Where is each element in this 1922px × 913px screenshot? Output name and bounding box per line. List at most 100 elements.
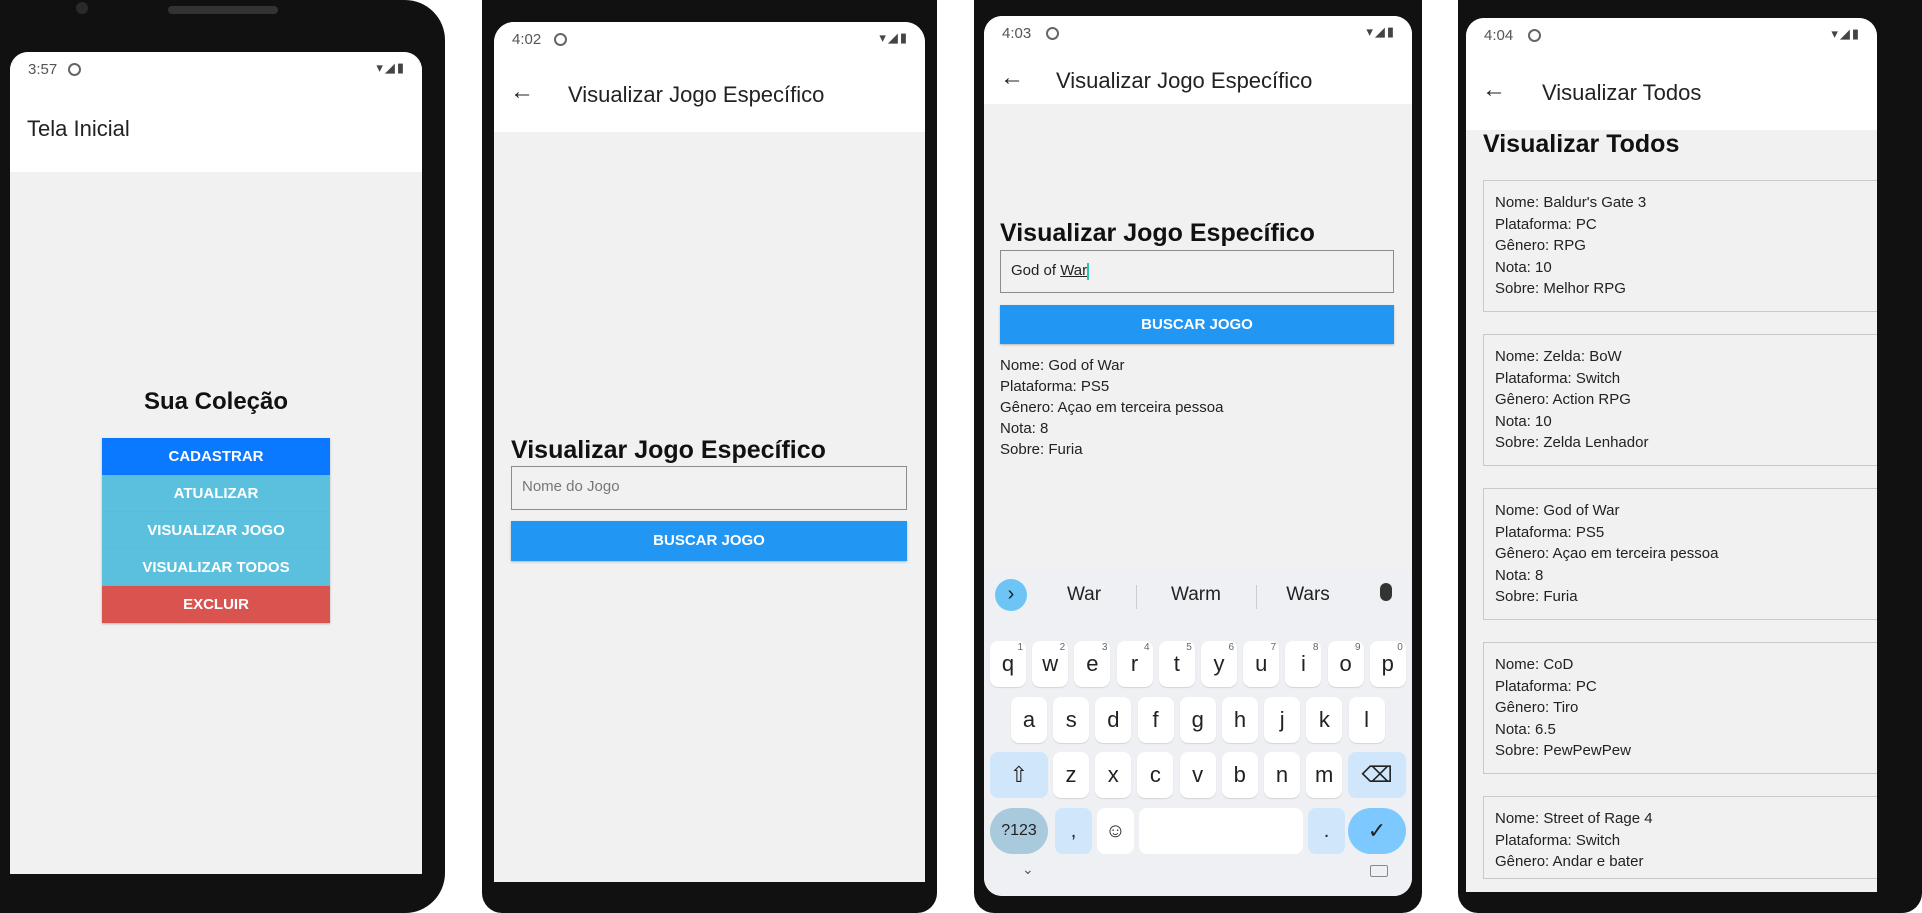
game-card-line: Nome: God of War bbox=[1495, 502, 1620, 519]
hide-keyboard-icon[interactable]: ⌄ bbox=[1022, 861, 1034, 878]
key-letter: r bbox=[1130, 651, 1139, 676]
notification-icon bbox=[554, 33, 567, 46]
app-bar: Tela Inicial bbox=[10, 88, 422, 172]
game-card-line: Sobre: PewPewPew bbox=[1495, 742, 1631, 759]
emoji-icon[interactable]: ☺ bbox=[1097, 808, 1134, 854]
key-letter: q bbox=[1001, 651, 1015, 676]
enter-check-key[interactable]: ✓ bbox=[1348, 808, 1406, 854]
key-letter: w bbox=[1042, 651, 1059, 676]
key-l[interactable]: l bbox=[1348, 697, 1385, 743]
camera-notch bbox=[168, 6, 278, 14]
comma-key[interactable]: , bbox=[1055, 808, 1092, 854]
suggestion-2[interactable]: Warm bbox=[1146, 584, 1246, 606]
menu-button-4[interactable]: VISUALIZAR TODOS bbox=[102, 549, 330, 586]
game-card-line: Nota: 8 bbox=[1495, 566, 1544, 584]
key-k[interactable]: k bbox=[1306, 697, 1343, 743]
key-q[interactable]: q1 bbox=[990, 641, 1026, 687]
key-o[interactable]: o9 bbox=[1327, 641, 1364, 687]
notification-icon bbox=[1046, 27, 1059, 40]
notification-icon bbox=[1528, 29, 1541, 42]
key-h[interactable]: h bbox=[1222, 697, 1258, 743]
back-arrow-icon[interactable]: ← bbox=[1000, 64, 1024, 92]
game-card-line: Nota: 10 bbox=[1495, 412, 1552, 430]
key-d[interactable]: d bbox=[1095, 697, 1132, 743]
game-card-line: Plataforma: PS5 bbox=[1495, 523, 1605, 541]
key-n[interactable]: n bbox=[1264, 752, 1300, 798]
key-x[interactable]: x bbox=[1095, 752, 1132, 798]
key-number-hint: 7 bbox=[1270, 642, 1277, 653]
key-j[interactable]: j bbox=[1264, 697, 1301, 743]
expand-suggestions-icon[interactable]: › bbox=[995, 579, 1027, 611]
space-key[interactable] bbox=[1139, 808, 1303, 854]
game-card[interactable]: Nome: God of War Plataforma: PS5 Gênero: A… bbox=[1483, 488, 1877, 620]
game-card-line: Nota: 6.5 bbox=[1495, 720, 1556, 738]
game-card[interactable]: Nome: Zelda: BoW Plataforma: Switch Gênero… bbox=[1483, 334, 1877, 466]
key-p[interactable]: p0 bbox=[1369, 641, 1406, 687]
microphone-icon[interactable] bbox=[1380, 583, 1392, 601]
game-card-line: Sobre: Zelda Lenhador bbox=[1495, 434, 1649, 451]
app-title: Visualizar Jogo Específico bbox=[1056, 68, 1313, 93]
suggestion-3[interactable]: Wars bbox=[1258, 584, 1358, 606]
app-bar: ← Visualizar Jogo Específico bbox=[984, 52, 1412, 104]
key-t[interactable]: t5 bbox=[1158, 641, 1195, 687]
key-c[interactable]: c bbox=[1137, 752, 1174, 798]
search-game-button[interactable]: BUSCAR JOGO bbox=[1000, 305, 1394, 344]
game-card-line: Nome: Street of Rage 4 bbox=[1495, 810, 1653, 827]
menu-button-1[interactable]: CADASTRAR bbox=[102, 438, 330, 475]
status-bar: 4:03 ▾◢▮ bbox=[984, 16, 1412, 52]
suggestion-divider bbox=[1256, 585, 1257, 609]
key-s[interactable]: s bbox=[1053, 697, 1090, 743]
key-a[interactable]: a bbox=[1011, 697, 1047, 743]
result-line: Nome: God of War bbox=[1000, 357, 1125, 374]
view-all-heading: Visualizar Todos bbox=[1483, 130, 1680, 158]
collection-heading: Sua Coleção bbox=[143, 388, 289, 415]
key-g[interactable]: g bbox=[1179, 697, 1216, 743]
game-card-line: Nome: Baldur's Gate 3 bbox=[1495, 194, 1647, 211]
shift-key[interactable]: ⇧ bbox=[990, 752, 1048, 798]
symbols-key[interactable]: ?123 bbox=[990, 808, 1048, 854]
key-v[interactable]: v bbox=[1179, 752, 1216, 798]
key-number-hint: 3 bbox=[1101, 642, 1108, 653]
search-screen-result: 4:03 ▾◢▮ ← Visualizar Jogo Específico Vi… bbox=[984, 16, 1412, 896]
game-name-input[interactable]: Nome do Jogo bbox=[511, 466, 907, 510]
key-f[interactable]: f bbox=[1137, 697, 1174, 743]
key-y[interactable]: y6 bbox=[1201, 641, 1237, 687]
key-u[interactable]: u7 bbox=[1243, 641, 1280, 687]
phone-frame-view-all: 4:04 ▾◢▮ ← Visualizar Todos Visualizar T… bbox=[1458, 0, 1922, 913]
backspace-key[interactable]: ⌫ bbox=[1348, 752, 1406, 798]
game-name-input[interactable]: God of War bbox=[1000, 250, 1394, 293]
app-title: Visualizar Todos bbox=[1542, 80, 1702, 105]
app-title: Visualizar Jogo Específico bbox=[568, 82, 825, 107]
key-b[interactable]: b bbox=[1221, 752, 1258, 798]
game-card-line: Nome: CoD bbox=[1495, 656, 1574, 673]
keyboard-switch-icon[interactable] bbox=[1370, 865, 1388, 877]
menu-button-3[interactable]: VISUALIZAR JOGO ESPECÍFICO bbox=[102, 512, 330, 576]
result-line: Plataforma: PS5 bbox=[1000, 378, 1110, 395]
game-card[interactable]: Nome: CoD Plataforma: PC Gênero: Tiro Nota:… bbox=[1483, 642, 1877, 774]
key-w[interactable]: w2 bbox=[1032, 641, 1069, 687]
back-arrow-icon[interactable]: ← bbox=[510, 78, 534, 106]
back-arrow-icon[interactable]: ← bbox=[1482, 76, 1506, 104]
game-card-line: Nome: Zelda: BoW bbox=[1495, 348, 1622, 365]
menu-button-2[interactable]: ATUALIZAR bbox=[102, 475, 330, 512]
home-screen: 3:57 ▾◢▮ Tela Inicial Sua Coleção CADAST… bbox=[10, 52, 422, 874]
period-key[interactable]: . bbox=[1308, 808, 1345, 854]
suggestion-1[interactable]: War bbox=[1034, 584, 1134, 606]
key-e[interactable]: e3 bbox=[1074, 641, 1111, 687]
search-game-button[interactable]: BUSCAR JOGO bbox=[511, 521, 907, 561]
key-number-hint: 5 bbox=[1186, 642, 1192, 653]
menu-button-5[interactable]: EXCLUIR bbox=[102, 586, 330, 623]
key-i[interactable]: i8 bbox=[1285, 641, 1322, 687]
text-cursor bbox=[1087, 262, 1090, 280]
game-card-line: Sobre: Melhor RPG bbox=[1495, 280, 1626, 297]
key-m[interactable]: m bbox=[1306, 752, 1343, 798]
key-r[interactable]: r4 bbox=[1116, 641, 1153, 687]
key-number-hint: 0 bbox=[1397, 642, 1403, 653]
game-card-line: Plataforma: PC bbox=[1495, 677, 1597, 695]
phone-frame-home: 3:57 ▾◢▮ Tela Inicial Sua Coleção CADAST… bbox=[0, 0, 445, 913]
game-card[interactable]: Nome: Baldur's Gate 3 Plataforma: PC Gêner… bbox=[1483, 180, 1877, 312]
game-card[interactable]: Nome: Street of Rage 4 Plataforma: Switch… bbox=[1483, 796, 1877, 879]
key-z[interactable]: z bbox=[1053, 752, 1089, 798]
game-card-line: Gênero: Andar e bater bbox=[1495, 853, 1644, 870]
key-letter: p bbox=[1381, 651, 1394, 676]
